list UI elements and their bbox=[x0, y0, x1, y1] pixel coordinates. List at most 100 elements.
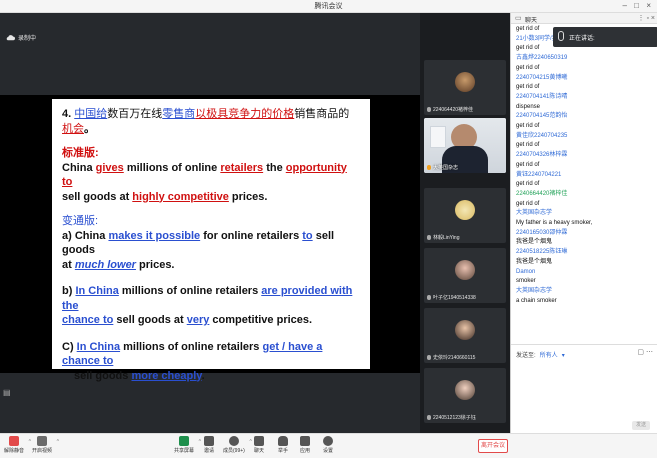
avatar bbox=[455, 200, 475, 220]
microphone-icon bbox=[427, 165, 431, 170]
chat-message-sender: 大英国杂志学 bbox=[516, 287, 553, 294]
participant-tile[interactable]: 叶子亿1940514338 bbox=[424, 248, 506, 303]
participant-tile[interactable]: 2240512123徐子钰 bbox=[424, 368, 506, 423]
main-stage: 录制中 4. 中国给数百万在线零售商以极具竞争力的价格销售商品的机会。 标准版:… bbox=[0, 13, 420, 433]
share-screen-button[interactable]: 共享屏幕 ^ bbox=[174, 436, 201, 454]
start-video-button[interactable]: 开启视频 ^ bbox=[32, 436, 59, 454]
chat-message-sender: 大英国杂志学 bbox=[516, 210, 553, 217]
avatar bbox=[455, 320, 475, 340]
chat-message-text: get rid of bbox=[516, 200, 540, 207]
variant-version-label: 变通版: bbox=[62, 215, 99, 227]
chevron-up-icon[interactable]: ^ bbox=[29, 439, 31, 445]
microphone-icon bbox=[427, 235, 431, 240]
cloud-icon bbox=[6, 35, 15, 41]
chat-window-controls[interactable]: ⋮ ▫ × bbox=[638, 14, 655, 22]
chat-message-text: a chain smoker bbox=[516, 297, 557, 304]
chat-message-sender: 古鑫烨2240650319 bbox=[516, 55, 568, 62]
avatar bbox=[455, 72, 475, 92]
leave-meeting-button[interactable]: 离开会议 bbox=[478, 439, 508, 453]
chat-message-text: get rid of bbox=[516, 84, 540, 91]
participant-name: 史依玲2140660115 bbox=[433, 355, 476, 361]
chat-icon: ▭ bbox=[515, 15, 522, 22]
send-to-value[interactable]: 所有人 bbox=[540, 353, 558, 359]
chat-message-text: get rid of bbox=[516, 123, 540, 130]
collapse-sidebar-icon[interactable]: ▤ bbox=[3, 388, 13, 410]
standard-version-text: China gives millions of online retailers… bbox=[62, 161, 347, 203]
chat-message-sender: 2240704145范韵怡 bbox=[516, 113, 568, 120]
recording-indicator: 录制中 bbox=[6, 33, 36, 42]
members-icon bbox=[228, 436, 239, 446]
participant-tile[interactable]: 史依玲2140660115 bbox=[424, 308, 506, 363]
microphone-icon bbox=[427, 355, 431, 360]
chat-message-sender: 2240704326林梓霖 bbox=[516, 152, 568, 159]
chat-message-sender: 2240165030邵仲霖 bbox=[516, 229, 568, 236]
chat-message-text: 我爸是个烟鬼 bbox=[516, 258, 553, 265]
invite-button[interactable]: 邀请 bbox=[204, 436, 214, 454]
avatar bbox=[455, 380, 475, 400]
chat-message-sender: 2240664420褚梓佳 bbox=[516, 190, 568, 197]
chat-input-area: 发送至: 所有人 ▾ ▢ ⋯ 发送 bbox=[511, 344, 657, 433]
variant-b: b) In China millions of online retailers… bbox=[62, 285, 353, 326]
shared-screen: 4. 中国给数百万在线零售商以极具竞争力的价格销售商品的机会。 标准版: Chi… bbox=[0, 95, 420, 382]
chat-message-sender: 黄钰2240704221 bbox=[516, 171, 562, 178]
chat-header: ▭ 聊天 ⋮ ▫ × bbox=[511, 13, 657, 24]
presentation-slide: 4. 中国给数百万在线零售商以极具竞争力的价格销售商品的机会。 标准版: Chi… bbox=[52, 99, 370, 382]
chat-panel: ▭ 聊天 ⋮ ▫ × get rid of 21小数3同学/我 get rid of… bbox=[510, 13, 657, 433]
participant-tile[interactable]: 林毅LinYing bbox=[424, 188, 506, 243]
speaking-toast: 正在讲话: bbox=[553, 27, 657, 47]
chat-message-text: get rid of bbox=[516, 142, 540, 149]
title-bar: 腾讯会议 – □ × bbox=[0, 0, 657, 13]
maximize-icon[interactable]: □ bbox=[634, 1, 639, 11]
avatar bbox=[455, 260, 475, 280]
chat-tools[interactable]: ▢ ⋯ bbox=[637, 348, 653, 356]
members-button[interactable]: 成员(99+) ^ bbox=[223, 436, 252, 454]
chat-message-text: get rid of bbox=[516, 181, 540, 188]
apps-icon bbox=[300, 436, 310, 446]
file-icon[interactable]: ▢ bbox=[637, 349, 644, 356]
participant-tile[interactable]: 224064420褚梓佳 bbox=[424, 60, 506, 115]
standard-version-label: 标准版: bbox=[62, 147, 99, 159]
apps-button[interactable]: 应用 bbox=[300, 436, 310, 454]
chat-button[interactable]: 聊天 bbox=[254, 436, 264, 454]
chat-message-sender: 2240704141陈诗晴 bbox=[516, 93, 568, 100]
chat-message-text: get rid of bbox=[516, 161, 540, 168]
chat-message-sender: Damon bbox=[516, 268, 536, 275]
participant-gallery: 224064420褚梓佳 大英国杂志 林毅LinYing 叶子亿19405143… bbox=[420, 13, 510, 433]
chat-message-text: get rid of bbox=[516, 64, 540, 71]
settings-button[interactable]: 设置 bbox=[323, 436, 333, 454]
settings-icon bbox=[323, 436, 333, 446]
recording-label: 录制中 bbox=[18, 36, 37, 42]
speaking-label: 正在讲话: bbox=[569, 36, 595, 42]
chevron-up-icon[interactable]: ^ bbox=[249, 439, 251, 445]
chat-message-list[interactable]: get rid of 21小数3同学/我 get rid of 古鑫烨22406503… bbox=[516, 25, 654, 345]
chevron-up-icon[interactable]: ^ bbox=[199, 439, 201, 445]
meeting-window: 腾讯会议 – □ × 录制中 4. 中国给数百万在线零售商以极具竞争力的价格销售… bbox=[0, 0, 657, 458]
chat-message-sender: 2240704215黄博曦 bbox=[516, 74, 568, 81]
screen-share-icon bbox=[179, 436, 189, 446]
variant-c: C) In China millions of online retailers… bbox=[62, 340, 323, 382]
chat-message-sender: 黄佳欣2240704235 bbox=[516, 132, 568, 139]
variant-a: a) China makes it possible for online re… bbox=[62, 229, 335, 271]
participant-name: 林毅LinYing bbox=[433, 235, 460, 241]
chat-message-text: dispense bbox=[516, 103, 541, 110]
send-button[interactable]: 发送 bbox=[632, 421, 650, 430]
send-to-selector[interactable]: 发送至: 所有人 ▾ bbox=[516, 350, 565, 359]
chat-message-text: 我爸是个烟鬼 bbox=[516, 239, 553, 246]
slide-chinese-sentence: 4. 中国给数百万在线零售商以极具竞争力的价格销售商品的机会。 bbox=[62, 108, 350, 135]
more-icon[interactable]: ⋯ bbox=[646, 349, 653, 356]
raise-hand-button[interactable]: 举手 bbox=[278, 436, 288, 454]
participant-tile-video[interactable]: 大英国杂志 bbox=[424, 118, 506, 173]
chevron-up-icon[interactable]: ^ bbox=[57, 439, 59, 445]
participant-name: 2240512123徐子钰 bbox=[433, 415, 476, 421]
participant-name: 大英国杂志 bbox=[433, 165, 459, 171]
unmute-button[interactable]: 解除静音 ^ bbox=[4, 436, 31, 454]
minimize-icon[interactable]: – bbox=[623, 1, 627, 11]
chat-message-text: My father is a heavy smoker, bbox=[516, 220, 593, 227]
participant-name: 叶子亿1940514338 bbox=[433, 295, 476, 301]
close-icon[interactable]: × bbox=[646, 1, 651, 11]
microphone-icon bbox=[427, 415, 431, 420]
chat-message-sender: 2240518225陈钰琳 bbox=[516, 249, 568, 256]
raise-hand-icon bbox=[278, 436, 288, 446]
chat-message-text: smoker bbox=[516, 278, 536, 285]
camera-icon bbox=[37, 436, 47, 446]
